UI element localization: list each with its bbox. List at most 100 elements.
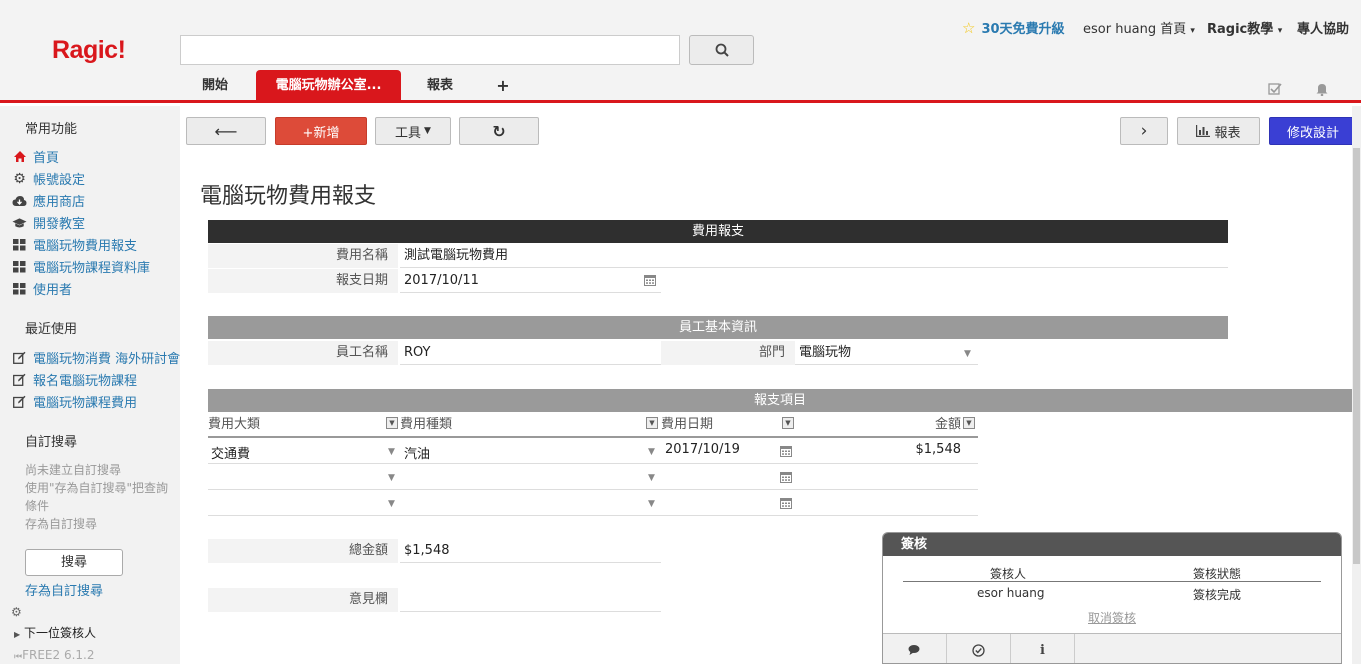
arrow-left-icon: ⟵: [214, 121, 238, 141]
new-button[interactable]: +新增: [275, 117, 367, 145]
employee-name-value[interactable]: ROY: [400, 341, 661, 365]
cancel-approval-link[interactable]: 取消簽核: [1088, 609, 1136, 626]
recent-item[interactable]: 電腦玩物消費 海外研討會: [12, 348, 180, 367]
teach-menu[interactable]: Ragic教學 ▾: [1207, 18, 1282, 37]
sidebar-item-course-db[interactable]: 電腦玩物課程資料庫: [12, 257, 150, 276]
bar-chart-icon: [1196, 125, 1211, 137]
sidebar-item-label: 應用商店: [33, 195, 86, 210]
row-1-type[interactable]: 汽油: [404, 443, 430, 462]
chevron-down-icon[interactable]: ▼: [648, 447, 655, 457]
custom-search-hint: 尚未建立自訂搜尋: [25, 463, 122, 477]
custom-search-hint: 存為自訂搜尋: [25, 517, 98, 531]
chevron-down-icon[interactable]: ▼: [388, 499, 395, 509]
row-divider: [208, 515, 978, 516]
bell-icon[interactable]: [1315, 82, 1329, 100]
info-icon: i: [1040, 642, 1045, 658]
row-1-amount[interactable]: $1,548: [880, 442, 962, 457]
tab-report[interactable]: 報表: [412, 70, 468, 101]
next-approver-toggle[interactable]: ▶ 下一位簽核人: [14, 624, 96, 641]
recent-item[interactable]: 電腦玩物課程費用: [12, 392, 137, 411]
column-filter-icon[interactable]: ▼: [782, 417, 794, 429]
ragic-logo[interactable]: Ragic!: [52, 36, 126, 65]
approver-column-header: 簽核人: [990, 567, 1027, 581]
department-select[interactable]: 電腦玩物: [795, 341, 978, 365]
column-header-type[interactable]: 費用種類: [400, 414, 452, 436]
refresh-button[interactable]: ↻: [459, 117, 539, 145]
total-label: 總金額: [208, 539, 398, 563]
row-1-category[interactable]: 交通費: [211, 443, 250, 462]
calendar-icon[interactable]: [780, 497, 792, 512]
column-header-amount[interactable]: 金額: [796, 414, 961, 436]
scrollbar-thumb[interactable]: [1353, 148, 1360, 564]
section-header-items: 報支項目: [208, 389, 1352, 412]
chevron-down-icon[interactable]: ▼: [388, 473, 395, 483]
recent-item-label: 報名電腦玩物課程: [33, 374, 138, 389]
grid-icon: [12, 282, 27, 295]
approval-title: 簽核: [883, 533, 1341, 556]
column-filter-icon[interactable]: ▼: [386, 417, 398, 429]
tab-start[interactable]: 開始: [187, 70, 243, 101]
grid-icon: [12, 238, 27, 251]
column-filter-icon[interactable]: ▼: [963, 417, 975, 429]
upgrade-link[interactable]: ☆ 30天免費升級: [962, 18, 1065, 38]
gear-icon: ⚙: [13, 170, 26, 187]
expense-name-value[interactable]: 測試電腦玩物費用: [400, 244, 1228, 268]
tools-label: 工具: [395, 125, 422, 141]
tab-office[interactable]: 電腦玩物辦公室...: [256, 70, 401, 101]
checkbox-icon[interactable]: [1268, 82, 1282, 100]
sidebar-item-account-settings[interactable]: ⚙ 帳號設定: [12, 169, 85, 189]
sidebar-item-label: 開發教室: [33, 217, 86, 232]
search-button[interactable]: [689, 35, 754, 65]
chevron-down-icon[interactable]: ▼: [648, 499, 655, 509]
tools-button[interactable]: 工具 ▼: [375, 117, 451, 145]
column-header-date[interactable]: 費用日期: [661, 414, 713, 436]
calendar-icon[interactable]: [780, 445, 792, 460]
chevron-down-icon[interactable]: ▼: [648, 473, 655, 483]
column-header-divider: [208, 436, 978, 438]
chevron-down-icon[interactable]: ▼: [964, 349, 971, 359]
modify-design-button[interactable]: 修改設計: [1269, 117, 1357, 145]
comment-field[interactable]: [400, 588, 661, 612]
report-button[interactable]: 報表: [1177, 117, 1260, 145]
column-filter-icon[interactable]: ▼: [646, 417, 658, 429]
edit-icon: [12, 351, 27, 364]
recent-item-label: 電腦玩物課程費用: [33, 396, 138, 411]
next-record-button[interactable]: ›: [1120, 117, 1168, 145]
edit-icon: [12, 373, 27, 386]
sidebar-item-label: 電腦玩物課程資料庫: [33, 261, 151, 276]
back-button[interactable]: ⟵: [186, 117, 266, 145]
calendar-icon[interactable]: [644, 274, 656, 289]
caret-right-icon: ▶: [14, 630, 21, 639]
chevron-down-icon: ▾: [1190, 26, 1195, 36]
row-1-date[interactable]: 2017/10/19: [665, 442, 740, 457]
sidebar-item-app-store[interactable]: 應用商店: [12, 191, 85, 210]
column-header-category[interactable]: 費用大類: [208, 414, 260, 436]
add-tab-button[interactable]: +: [490, 70, 516, 101]
approve-tab[interactable]: [947, 634, 1011, 663]
info-tab[interactable]: i: [1011, 634, 1075, 663]
save-custom-search-link[interactable]: 存為自訂搜尋: [25, 580, 103, 599]
chevron-down-icon[interactable]: ▼: [388, 447, 395, 457]
department-label: 部門: [661, 341, 795, 365]
sidebar-item-home[interactable]: 首頁: [12, 147, 59, 166]
gear-icon[interactable]: ⚙: [11, 605, 22, 619]
edit-icon: [12, 395, 27, 408]
search-input[interactable]: [180, 35, 680, 65]
row-divider: [208, 463, 978, 464]
calendar-icon[interactable]: [780, 471, 792, 486]
expense-name-label: 費用名稱: [208, 244, 398, 268]
sidebar-search-button[interactable]: 搜尋: [25, 549, 123, 576]
comments-tab[interactable]: [883, 634, 947, 663]
search-icon: [715, 43, 729, 57]
user-menu[interactable]: esor huang 首頁 ▾: [1083, 18, 1195, 37]
recent-item[interactable]: 報名電腦玩物課程: [12, 370, 137, 389]
section-header-expense: 費用報支: [208, 220, 1228, 243]
date-value[interactable]: 2017/10/11: [400, 269, 661, 293]
sidebar-item-dev-classroom[interactable]: 開發教室: [12, 213, 85, 232]
help-link[interactable]: 專人協助: [1297, 18, 1349, 37]
sidebar-item-expense[interactable]: 電腦玩物費用報支: [12, 235, 137, 254]
approval-tabs: i: [883, 633, 1341, 663]
custom-search-title: 自訂搜尋: [25, 435, 78, 450]
total-value: $1,548: [400, 539, 661, 563]
sidebar-item-users[interactable]: 使用者: [12, 279, 72, 298]
